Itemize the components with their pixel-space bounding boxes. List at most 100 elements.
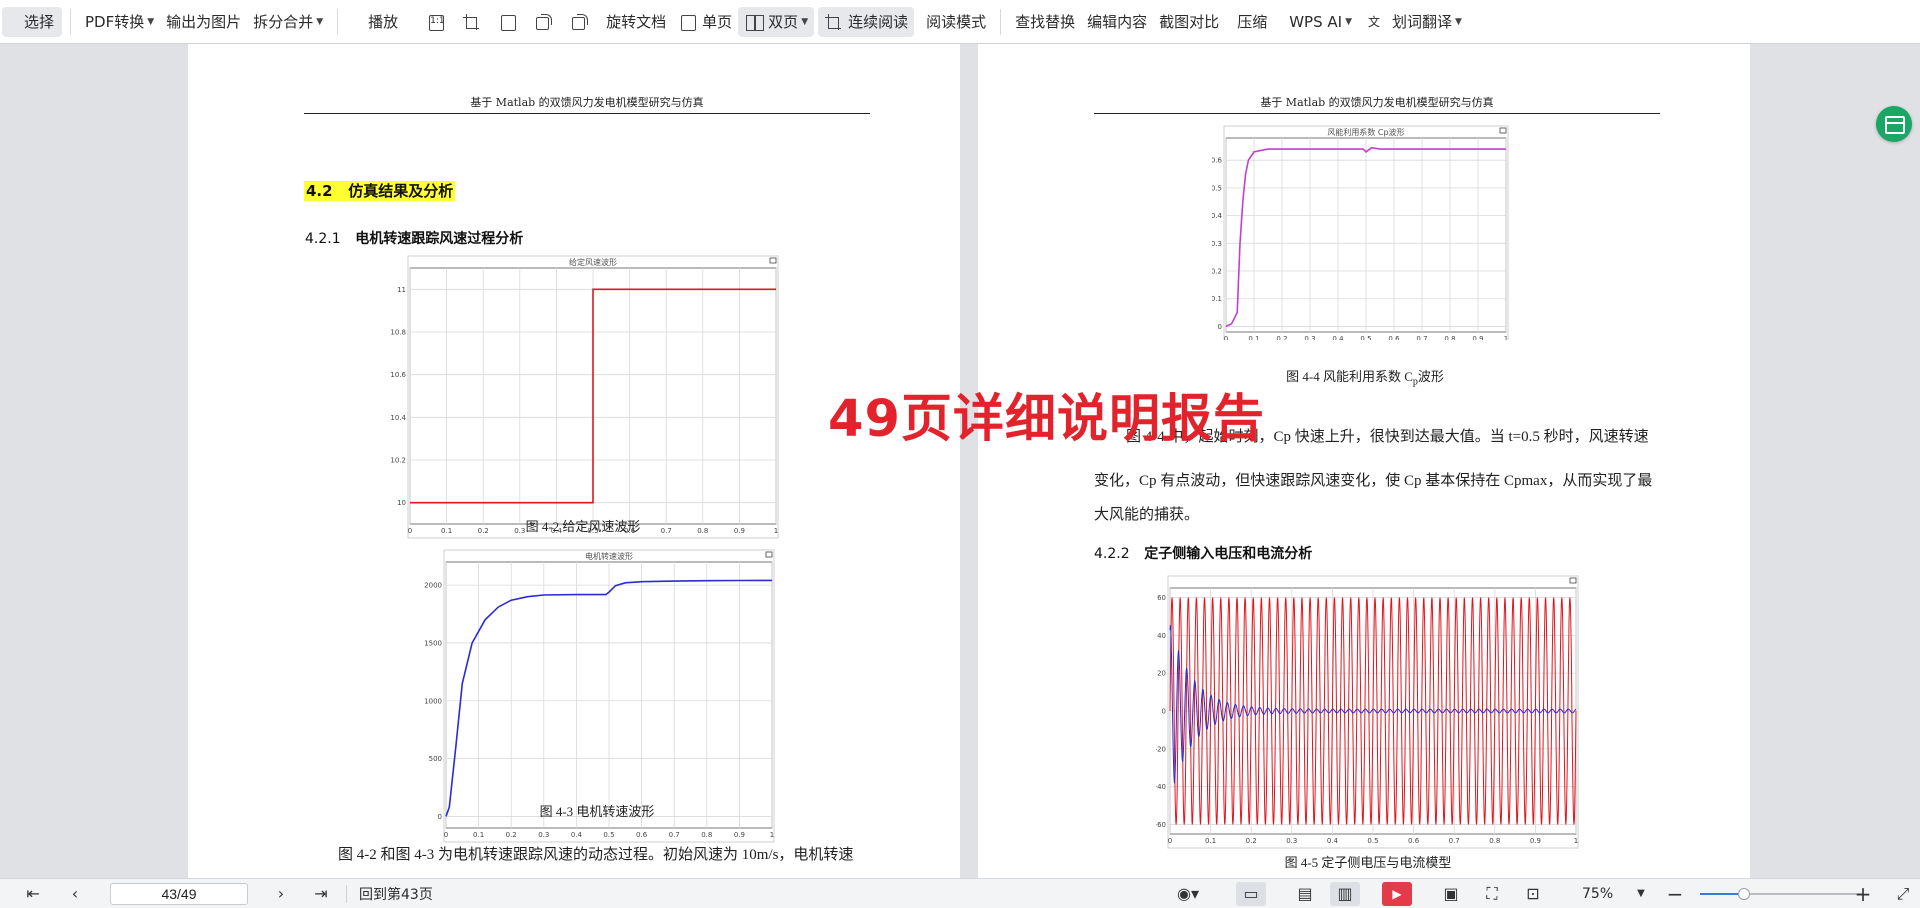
zoom-slider-knob[interactable] bbox=[1737, 888, 1750, 900]
x-tick-label: 0.9 bbox=[1472, 335, 1483, 340]
play-slideshow-icon[interactable]: ▶ bbox=[1382, 881, 1412, 906]
y-tick-label: 1000 bbox=[424, 697, 442, 705]
fit-width-icon[interactable]: ▣ bbox=[1436, 882, 1466, 906]
y-tick-label: -20 bbox=[1156, 745, 1166, 753]
continuous-read-label: 连续阅读 bbox=[848, 13, 909, 31]
wps-ai-button[interactable]: WPS AI ▼ bbox=[1279, 7, 1362, 37]
zoom-in-icon[interactable]: + bbox=[1848, 882, 1878, 906]
last-page-icon[interactable]: ⇥ bbox=[306, 882, 336, 906]
y-tick-label: 0.4 bbox=[1212, 212, 1223, 220]
screenshot-compare-button[interactable]: 截图对比 bbox=[1153, 7, 1225, 37]
chart-title: 风能利用系数 Cp波形 bbox=[1327, 127, 1404, 137]
y-tick-label: 0.2 bbox=[1212, 268, 1222, 276]
chart-title: 给定风速波形 bbox=[569, 257, 617, 267]
first-page-icon[interactable]: ⇤ bbox=[18, 882, 48, 906]
fit-width-button[interactable] bbox=[492, 7, 528, 37]
crop-icon[interactable]: ⊡ bbox=[1518, 882, 1548, 906]
next-page-icon[interactable]: › bbox=[266, 882, 296, 906]
subsection-title: 电机转速跟踪风速过程分析 bbox=[355, 231, 524, 247]
actual-size-icon-text: 1:1 bbox=[430, 15, 445, 26]
page-number-input[interactable] bbox=[110, 882, 248, 905]
zoom-slider[interactable] bbox=[1700, 888, 1862, 900]
y-tick-label: 10.8 bbox=[390, 329, 406, 337]
fit-page-icon bbox=[462, 12, 482, 32]
x-tick-label: 0.6 bbox=[1408, 837, 1420, 845]
statusbar-divider bbox=[346, 884, 347, 903]
play-label: 播放 bbox=[368, 13, 399, 31]
continuous-read-button[interactable]: 连续阅读 bbox=[818, 6, 915, 37]
eye-icon[interactable]: ◉▾ bbox=[1168, 882, 1208, 906]
y-tick-label: 0.6 bbox=[1212, 157, 1223, 165]
x-tick-label: 0.4 bbox=[1332, 335, 1344, 340]
status-bar: ⇤ ‹ › ⇥ 回到第43页 ◉▾ ▭ ▤ ▥ ▶ ▣ ⛶ ⊡ 75% ▼ − … bbox=[0, 878, 1920, 908]
edit-content-label: 编辑内容 bbox=[1087, 13, 1148, 31]
section-number: 4.2 bbox=[306, 182, 333, 200]
chevron-down-icon: ▼ bbox=[801, 16, 809, 27]
prev-page-icon[interactable]: ‹ bbox=[60, 882, 90, 906]
rotate-left-button[interactable] bbox=[528, 7, 564, 37]
rotate-right-icon bbox=[570, 12, 590, 32]
zoom-level[interactable]: 75% bbox=[1582, 886, 1622, 902]
zoom-dropdown-icon[interactable]: ▼ bbox=[1626, 882, 1656, 906]
x-tick-label: 0.3 bbox=[1304, 335, 1315, 340]
select-tool-label: 选择 bbox=[24, 13, 55, 31]
toolbar-divider bbox=[70, 8, 72, 35]
stator-voltage-current-chart: 0 0.1 0.2 0.3 0.4 0.5 0.6 0.7 0.8 0.9 1 -60 -40 -20 0 2… bbox=[1156, 572, 1580, 858]
dual-view-icon[interactable]: ▥ bbox=[1330, 881, 1360, 906]
rotate-doc-label: 旋转文档 bbox=[606, 13, 667, 31]
y-tick-label: -40 bbox=[1156, 783, 1166, 791]
pdf-convert-label: PDF转换 bbox=[85, 13, 145, 31]
figure-caption: 图 4-2 给定风速波形 bbox=[525, 519, 641, 534]
x-tick-label: 0 bbox=[1168, 837, 1172, 845]
top-toolbar: 选择 PDF转换 ▼ 输出为图片 拆分合并 ▼ 播放 1:1 旋转文档 单页 双页 ▼… bbox=[0, 0, 1920, 44]
figure-caption: 图 4-5 定子侧电压与电流模型 bbox=[1284, 855, 1452, 870]
fit-page-icon[interactable]: ⛶ bbox=[1477, 882, 1507, 906]
rotate-right-button[interactable] bbox=[564, 7, 600, 37]
section-title: 仿真结果及分析 bbox=[348, 182, 454, 200]
export-image-button[interactable]: 输出为图片 bbox=[160, 7, 247, 37]
read-mode-button[interactable]: 阅读模式 bbox=[920, 7, 992, 37]
y-tick-label: 10.4 bbox=[390, 414, 406, 422]
single-view-icon[interactable]: ▤ bbox=[1290, 882, 1320, 906]
play-button[interactable]: 播放 bbox=[346, 7, 420, 37]
single-page-button[interactable]: 单页 bbox=[672, 7, 738, 37]
x-tick-label: 0 bbox=[1224, 335, 1228, 340]
figure-caption: 图 4-3 电机转速波形 bbox=[539, 804, 655, 819]
x-tick-label: 1 bbox=[1504, 335, 1508, 340]
chevron-down-icon: ▼ bbox=[316, 16, 324, 27]
y-tick-label: 0.5 bbox=[1212, 184, 1222, 192]
figure-window-icon bbox=[765, 551, 773, 558]
find-replace-button[interactable]: 查找替换 bbox=[1009, 7, 1081, 37]
translate-button[interactable]: 文划词翻译 ▼ bbox=[1362, 7, 1468, 37]
actual-size-button[interactable]: 1:1 bbox=[420, 7, 456, 37]
continuous-view-icon[interactable]: ▭ bbox=[1236, 881, 1266, 906]
rotate-doc-button[interactable]: 旋转文档 bbox=[600, 7, 672, 37]
zoom-out-icon[interactable]: − bbox=[1660, 882, 1690, 906]
x-tick-label: 0.6 bbox=[1388, 335, 1400, 340]
back-to-page-link[interactable]: 回到第43页 bbox=[359, 884, 433, 904]
edit-content-button[interactable]: 编辑内容 bbox=[1081, 7, 1153, 37]
x-tick-label: 0.4 bbox=[1327, 837, 1339, 845]
paragraph: 图 4-2 和图 4-3 为电机转速跟踪风速的动态过程。初始风速为 10m/s，… bbox=[338, 847, 854, 863]
fit-page-button[interactable] bbox=[456, 7, 492, 37]
document-viewport[interactable]: 基于 Matlab 的双馈风力发电机模型研究与仿真 4.2 仿真结果及分析 4.… bbox=[0, 44, 1920, 878]
translate-icon: 文 bbox=[1367, 14, 1380, 29]
select-tool-button[interactable]: 选择 bbox=[2, 6, 63, 37]
y-tick-label: 11 bbox=[397, 286, 406, 294]
y-tick-label: -60 bbox=[1156, 821, 1166, 829]
side-app-icon[interactable] bbox=[1876, 106, 1912, 142]
single-page-label: 单页 bbox=[702, 13, 733, 31]
subsection-title: 定子侧输入电压和电流分析 bbox=[1144, 546, 1313, 562]
pdf-page-left: 基于 Matlab 的双馈风力发电机模型研究与仿真 4.2 仿真结果及分析 4.… bbox=[188, 44, 960, 878]
x-tick-label: 0.5 bbox=[1367, 837, 1378, 845]
pdf-convert-button[interactable]: PDF转换 ▼ bbox=[79, 7, 160, 37]
split-merge-button[interactable]: 拆分合并 ▼ bbox=[247, 7, 329, 37]
compress-button[interactable]: 压缩 bbox=[1225, 7, 1279, 37]
fig4-caption-prefix: 图 4-4 风能利用系数 C bbox=[1286, 369, 1413, 384]
y-tick-label: 0.3 bbox=[1212, 240, 1222, 248]
subsection-number: 4.2.1 bbox=[305, 231, 341, 247]
x-tick-label: 0.1 bbox=[1205, 837, 1216, 845]
y-tick-label: 2000 bbox=[424, 582, 442, 590]
dual-page-button[interactable]: 双页 ▼ bbox=[738, 6, 815, 37]
fullscreen-icon[interactable]: ⤢ bbox=[1888, 882, 1918, 906]
